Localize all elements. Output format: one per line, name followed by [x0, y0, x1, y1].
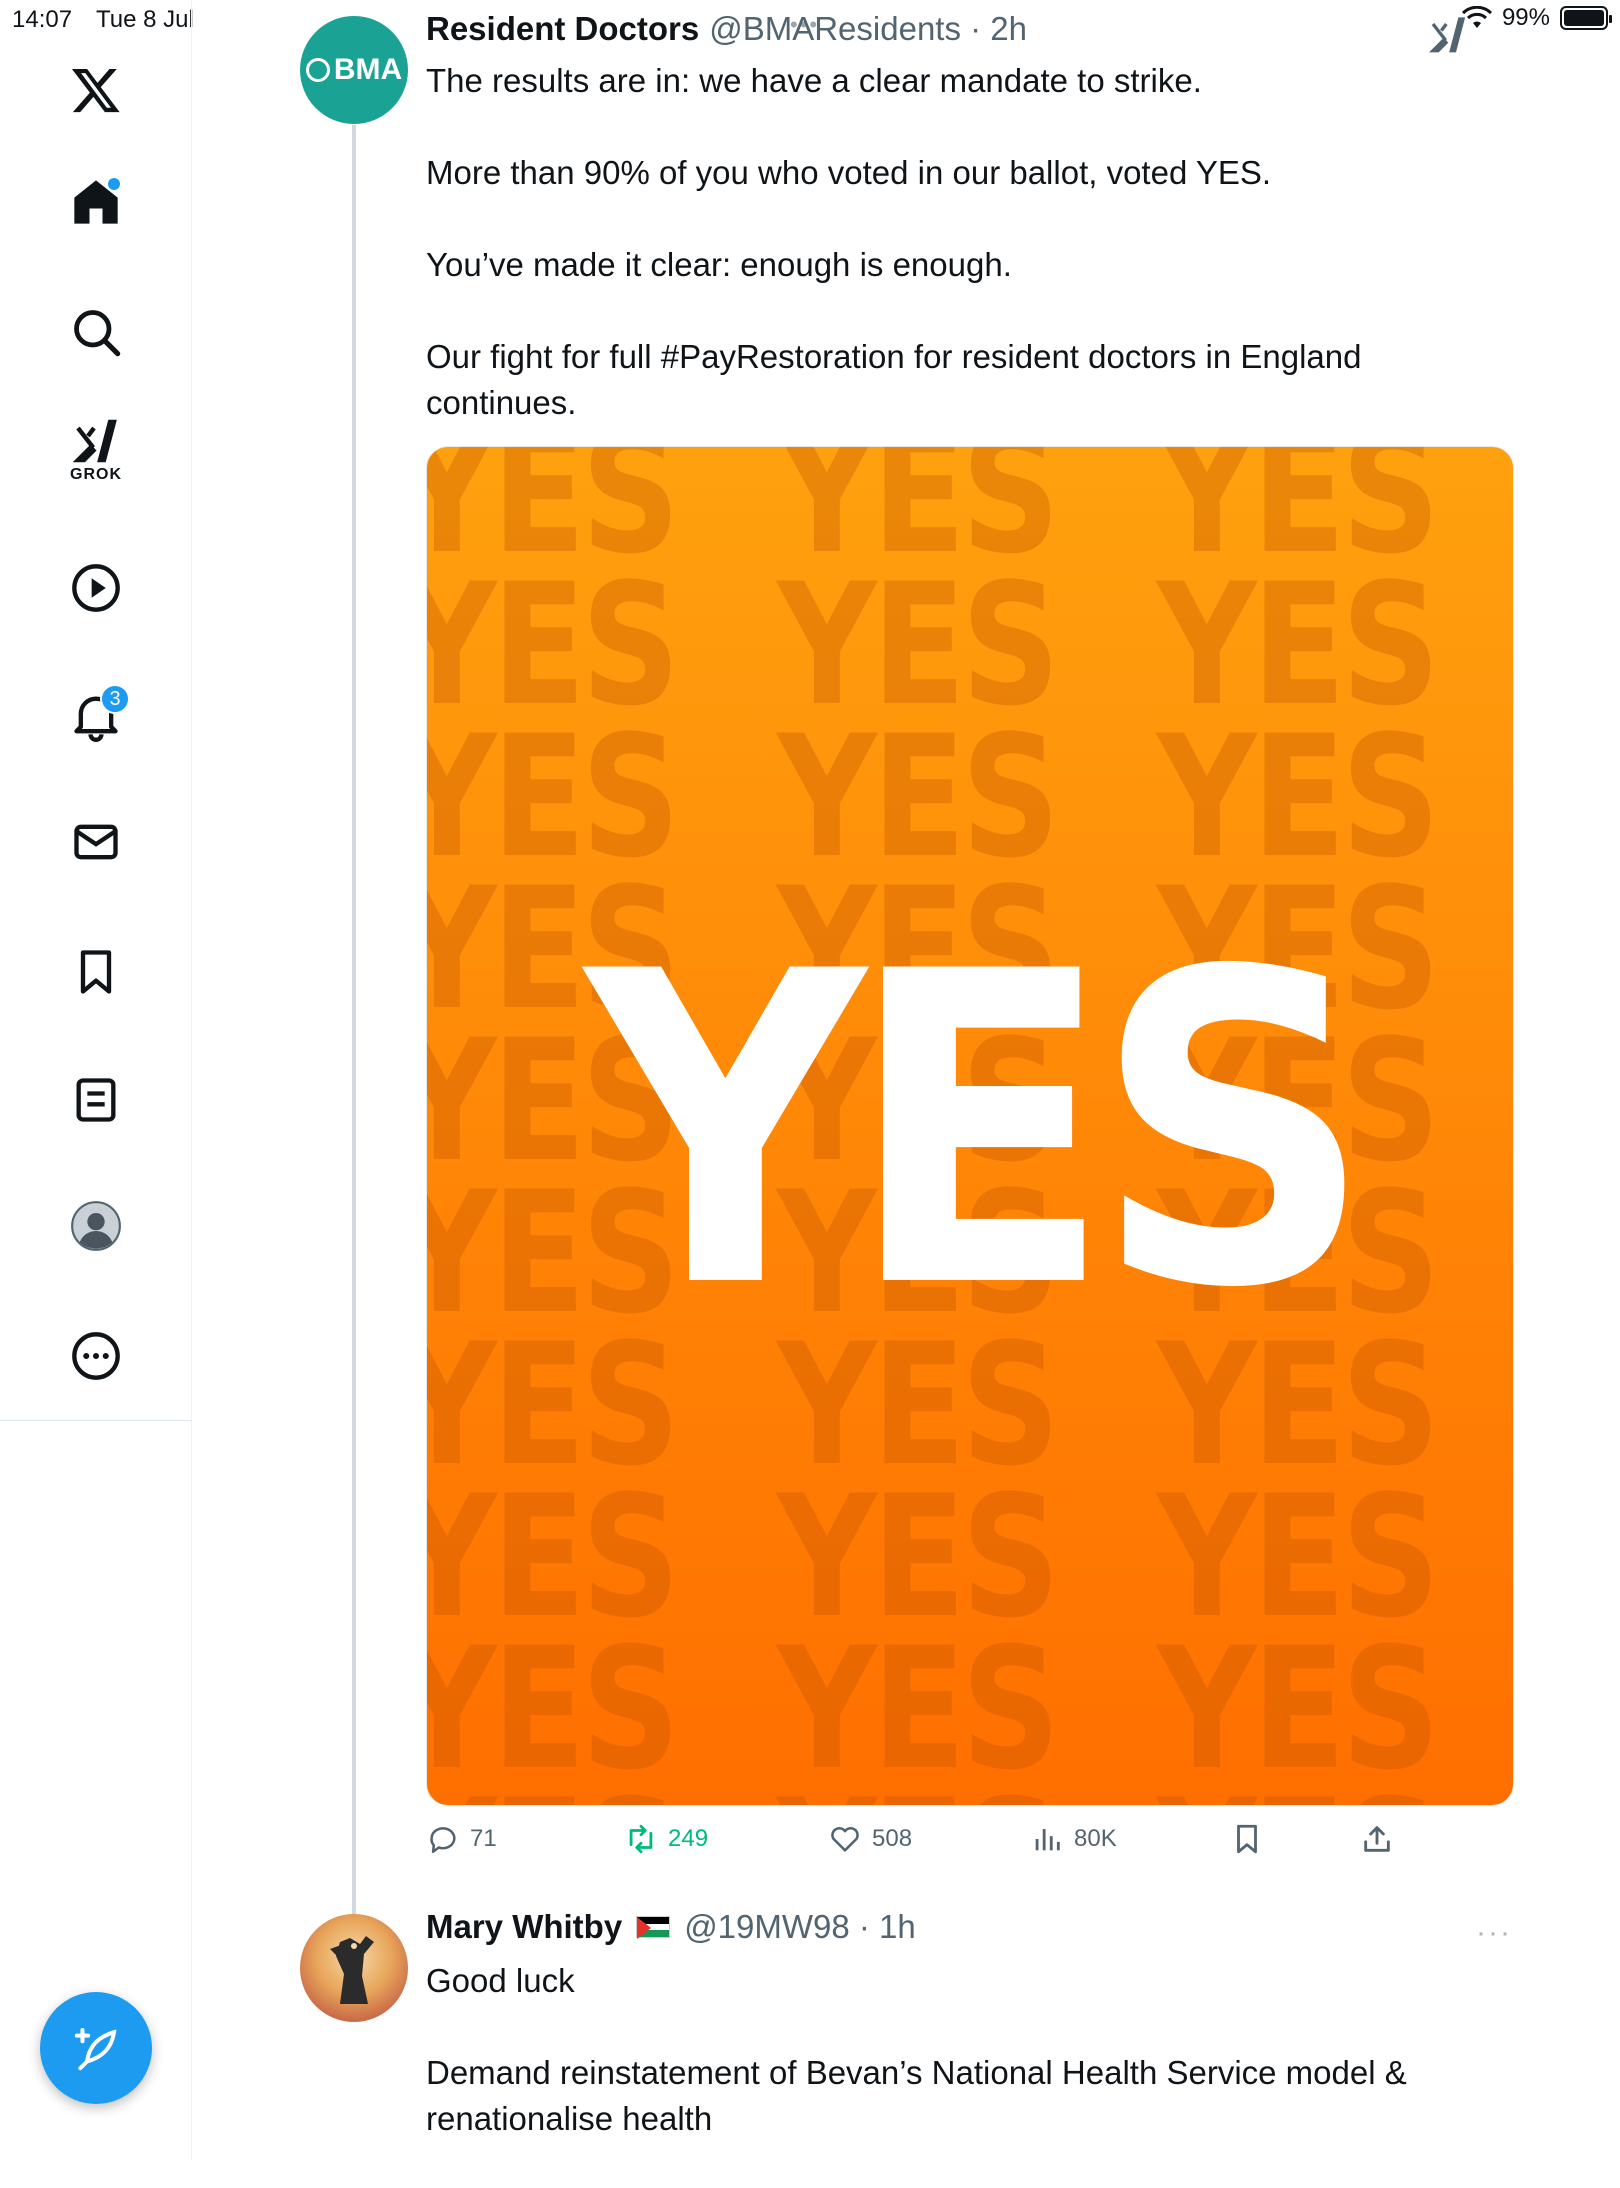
battery-percent: 99% — [1501, 4, 1550, 31]
bookmark-icon — [80, 950, 112, 994]
avatar[interactable] — [300, 1914, 408, 2022]
grok-icon — [72, 419, 117, 463]
reply-header: Mary Whitby @19MW98 · 1h — [426, 1908, 916, 1946]
media-headline: YES — [585, 882, 1372, 1382]
palestine-flag-icon — [636, 1916, 671, 1939]
compose-feather-icon — [74, 2027, 117, 2071]
views-chart-icon — [1035, 1829, 1060, 1851]
thread-connector-line — [352, 125, 356, 1915]
bookmark-button[interactable] — [1230, 1822, 1264, 1856]
sidebar-item-more[interactable] — [56, 1316, 136, 1396]
yes-pattern-word: YES — [777, 1777, 1089, 1805]
yes-pattern-word: YES — [427, 1777, 709, 1805]
mail-icon — [74, 824, 118, 860]
reply-text: Good luck Demand reinstatement of Bevan’… — [426, 1958, 1466, 2188]
sidebar-divider — [0, 1420, 192, 1421]
sidebar-item-grok[interactable]: GROK — [56, 410, 136, 490]
share-button[interactable] — [1360, 1822, 1394, 1856]
yes-pattern-word: YES — [1157, 1777, 1469, 1805]
author-name[interactable]: Mary Whitby — [426, 1908, 622, 1946]
grok-label: GROK — [70, 466, 122, 483]
author-name[interactable]: Resident Doctors — [426, 10, 699, 47]
tweet-paragraph: The results are in: we have a clear mand… — [426, 62, 1202, 99]
sidebar-item-notifications[interactable]: 3 — [56, 676, 136, 756]
bma-logo-icon — [305, 58, 330, 82]
reply-paragraph: Good luck — [426, 1962, 575, 1999]
repost-icon — [629, 1824, 653, 1854]
tweet-actions: 71 249 508 80K — [426, 1822, 1426, 1872]
like-count: 508 — [872, 1825, 913, 1852]
sidebar-item-bookmarks[interactable] — [56, 932, 136, 1012]
reply-count: 71 — [470, 1825, 497, 1852]
x-logo-icon-svg — [71, 68, 120, 113]
home-unread-dot — [108, 178, 120, 190]
x-logo-icon[interactable] — [56, 50, 136, 130]
reply-button[interactable]: 71 — [426, 1822, 497, 1856]
liver-bird-avatar-icon — [330, 1936, 374, 2004]
sidebar-item-profile[interactable] — [56, 1186, 136, 1266]
views-count: 80K — [1074, 1825, 1117, 1852]
tweet-media-image[interactable]: YESYESYESYESYESYESYESYESYESYESYESYESYESY… — [426, 446, 1514, 1806]
author-handle-time[interactable]: @BMAResidents · 2h — [709, 10, 1027, 47]
repost-button[interactable]: 249 — [624, 1822, 708, 1856]
avatar-text: BMA — [333, 53, 403, 86]
tweet-paragraph: You’ve made it clear: enough is enough. — [426, 246, 1012, 283]
sidebar-item-video[interactable] — [56, 548, 136, 628]
tweet-text: The results are in: we have a clear mand… — [426, 58, 1436, 426]
profile-avatar-icon — [71, 1201, 121, 1251]
like-button[interactable]: 508 — [828, 1822, 912, 1856]
heart-icon — [831, 1826, 859, 1852]
video-play-icon — [72, 564, 120, 612]
more-options-icon[interactable]: ··· — [1476, 1916, 1512, 1950]
avatar[interactable]: BMA — [300, 16, 408, 124]
repost-count: 249 — [668, 1825, 709, 1852]
compose-button[interactable] — [40, 1992, 152, 2104]
grok-badge-icon[interactable] — [1428, 14, 1468, 54]
tweet-paragraph: Our fight for full #PayRestoration for r… — [426, 338, 1362, 421]
search-icon — [74, 310, 121, 357]
author-handle-time[interactable]: @19MW98 · 1h — [684, 1908, 916, 1946]
battery-icon — [1560, 6, 1612, 30]
sidebar-item-lists[interactable] — [56, 1060, 136, 1140]
lists-icon — [76, 1078, 116, 1122]
notifications-badge: 3 — [100, 684, 130, 714]
tweet-paragraph: More than 90% of you who voted in our ba… — [426, 154, 1272, 191]
status-right: 99% — [1461, 4, 1612, 32]
reply-paragraph: Demand reinstatement of Bevan’s National… — [426, 2054, 1407, 2137]
reply-icon — [430, 1827, 456, 1854]
views-button[interactable]: 80K — [1030, 1822, 1117, 1856]
bookmark-icon — [1237, 1824, 1257, 1854]
tweet-header: Resident Doctors @BMAResidents · 2h — [426, 10, 1027, 48]
sidebar-item-home[interactable] — [56, 162, 136, 242]
sidebar-item-search[interactable] — [56, 292, 136, 372]
more-icon — [72, 1332, 120, 1380]
sidebar: GROK 3 — [0, 0, 192, 2160]
share-icon — [1364, 1826, 1390, 1852]
sidebar-item-messages[interactable] — [56, 802, 136, 882]
